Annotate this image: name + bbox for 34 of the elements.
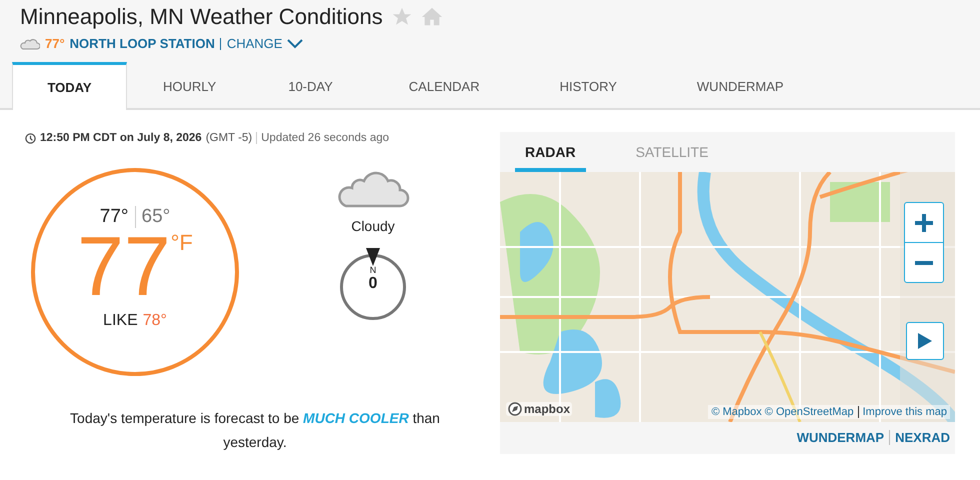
tab[interactable]: HOURLY <box>127 62 252 108</box>
map-link[interactable]: WUNDERMAP <box>796 430 884 445</box>
tab[interactable]: WUNDERMAP <box>656 62 824 108</box>
station-temperature: 77° <box>45 36 65 51</box>
forecast-sentence: Today's temperature is forecast to be MUCH COOLER than yesterday. <box>69 409 441 452</box>
minus-icon <box>914 260 934 264</box>
wind-arrow-icon <box>366 248 380 266</box>
play-icon <box>918 333 932 349</box>
map-link[interactable]: NEXRAD <box>889 430 950 445</box>
wind-speed: 0 <box>368 275 378 293</box>
play-button[interactable] <box>906 322 944 360</box>
tab[interactable]: HISTORY <box>520 62 657 108</box>
improve-map-link[interactable]: Improve this map <box>858 406 947 418</box>
tab[interactable]: TODAY <box>12 62 127 110</box>
tab[interactable]: 10-DAY <box>252 62 369 108</box>
cloud-icon <box>20 38 40 50</box>
feels-like-temperature: 78° <box>142 312 167 330</box>
feels-like-label: LIKE <box>103 312 138 330</box>
timezone: (GMT -5) <box>206 132 252 144</box>
temperature-unit: °F <box>170 230 193 256</box>
attribution-link[interactable]: © Mapbox © OpenStreetMap <box>711 406 854 418</box>
low-temperature: 65° <box>134 206 170 228</box>
change-link[interactable]: CHANGE <box>220 38 282 50</box>
plus-icon <box>914 212 934 232</box>
condition-label: Cloudy <box>351 218 395 234</box>
chevron-down-icon[interactable] <box>287 38 304 48</box>
map-logo-icon <box>508 402 522 416</box>
wind-direction: N <box>370 265 376 275</box>
station-name[interactable]: NORTH LOOP STATION <box>70 36 215 51</box>
updated-time: Updated 26 seconds ago <box>256 132 390 144</box>
observation-time: 12:50 PM CDT on July 8, 2026 <box>40 132 202 144</box>
tab[interactable]: CALENDAR <box>368 62 520 108</box>
clock-icon <box>25 132 36 144</box>
page-title: Minneapolis, MN Weather Conditions <box>20 4 383 30</box>
